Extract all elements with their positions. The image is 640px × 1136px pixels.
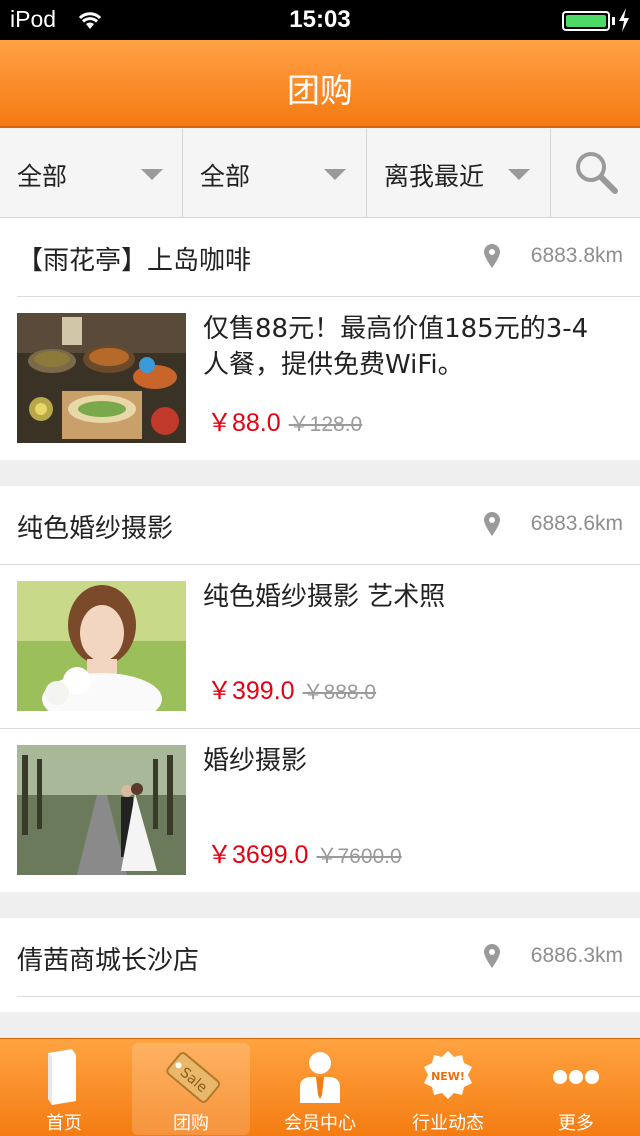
location-pin-icon bbox=[484, 944, 500, 968]
page-title: 团购 bbox=[287, 71, 353, 110]
shop-distance: 6883.8km bbox=[530, 244, 623, 267]
member-icon bbox=[300, 1052, 340, 1103]
current-price: ￥88.0 bbox=[207, 409, 281, 437]
current-price: ￥399.0 bbox=[207, 677, 295, 705]
search-icon bbox=[576, 152, 618, 194]
deal-item[interactable]: 婚纱摄影 ￥3699.0 ￥7600.0 bbox=[0, 728, 640, 892]
tab-bar: 首页 Sale 团购 会员中心 NEW! 行业动态 更多 bbox=[0, 1038, 640, 1136]
chevron-down-icon bbox=[508, 169, 530, 180]
original-price: ￥888.0 bbox=[302, 681, 377, 704]
shop-name: 【雨花亭】上岛咖啡 bbox=[17, 246, 252, 276]
deal-item[interactable]: 仅售88元！最高价值185元的3-4人餐，提供免费WiFi。 ￥88.0 ￥128… bbox=[17, 296, 640, 460]
shop-header[interactable]: 纯色婚纱摄影 6883.6km bbox=[0, 486, 640, 564]
location-pin-icon bbox=[484, 244, 500, 268]
charging-bolt-icon bbox=[619, 8, 629, 32]
tab-more[interactable]: 更多 bbox=[512, 1039, 640, 1136]
chevron-down-icon bbox=[324, 169, 346, 180]
filter-sort[interactable]: 离我最近 bbox=[367, 129, 551, 217]
tab-label: 会员中心 bbox=[284, 1113, 356, 1134]
deal-thumbnail-bride bbox=[17, 581, 186, 711]
location-pin-icon bbox=[484, 512, 500, 536]
shop-section: 【雨花亭】上岛咖啡 6883.8km 仅售88元！最高价值185元的3-4人餐，… bbox=[0, 218, 640, 460]
shop-header[interactable]: 【雨花亭】上岛咖啡 6883.8km bbox=[0, 218, 640, 296]
original-price: ￥7600.0 bbox=[316, 845, 402, 868]
deal-price: ￥3699.0 ￥7600.0 bbox=[207, 835, 402, 871]
new-badge-icon: NEW! bbox=[424, 1051, 472, 1099]
clock: 15:03 bbox=[289, 6, 351, 33]
deal-title: 婚纱摄影 bbox=[203, 746, 308, 776]
deal-thumbnail-food bbox=[17, 313, 186, 443]
deal-item[interactable]: 纯色婚纱摄影 艺术照 ￥399.0 ￥888.0 bbox=[0, 564, 640, 728]
battery-tip bbox=[612, 17, 615, 25]
deal-price: ￥399.0 ￥888.0 bbox=[207, 671, 376, 707]
nav-bar: 团购 bbox=[0, 40, 640, 128]
tab-label: 团购 bbox=[173, 1113, 209, 1134]
shop-header[interactable]: 倩茜商城长沙店 6886.3km bbox=[0, 918, 640, 996]
divider bbox=[17, 996, 640, 997]
deal-list: 【雨花亭】上岛咖啡 6883.8km 仅售88元！最高价值185元的3-4人餐，… bbox=[0, 218, 640, 1038]
tab-home[interactable]: 首页 bbox=[0, 1039, 128, 1136]
sale-tag-icon: Sale bbox=[166, 1052, 221, 1103]
shop-name: 倩茜商城长沙店 bbox=[17, 946, 200, 976]
original-price: ￥128.0 bbox=[288, 413, 363, 436]
book-icon bbox=[48, 1049, 76, 1105]
more-dots-icon bbox=[553, 1070, 599, 1084]
current-price: ￥3699.0 bbox=[207, 841, 309, 869]
shop-section: 纯色婚纱摄影 6883.6km 纯色婚纱摄影 艺术照 ￥399.0 ￥888.0… bbox=[0, 486, 640, 892]
shop-name: 纯色婚纱摄影 bbox=[17, 514, 174, 544]
chevron-down-icon bbox=[141, 169, 163, 180]
search-button[interactable] bbox=[551, 129, 640, 217]
deal-price: ￥88.0 ￥128.0 bbox=[207, 403, 362, 439]
status-bar: iPod 15:03 bbox=[0, 0, 640, 40]
tab-group-buy[interactable]: Sale 团购 bbox=[132, 1043, 250, 1135]
shop-section: 倩茜商城长沙店 6886.3km bbox=[0, 918, 640, 1012]
deal-thumbnail-wedding bbox=[17, 745, 186, 875]
filter-bar: 全部 全部 离我最近 bbox=[0, 129, 640, 218]
shop-distance: 6883.6km bbox=[530, 512, 623, 535]
battery-icon bbox=[562, 11, 610, 31]
filter-area[interactable]: 全部 bbox=[183, 129, 367, 217]
tab-member-center[interactable]: 会员中心 bbox=[256, 1039, 384, 1136]
filter-sort-label: 离我最近 bbox=[384, 162, 485, 191]
tab-label: 更多 bbox=[558, 1113, 594, 1134]
filter-area-label: 全部 bbox=[200, 162, 251, 191]
deal-title: 纯色婚纱摄影 艺术照 bbox=[203, 582, 446, 612]
tab-industry-news[interactable]: NEW! 行业动态 bbox=[384, 1039, 512, 1136]
tab-label: 首页 bbox=[46, 1113, 82, 1134]
deal-title: 仅售88元！最高价值185元的3-4人餐，提供免费WiFi。 bbox=[203, 314, 589, 380]
svg-text:NEW!: NEW! bbox=[431, 1070, 465, 1083]
tab-label: 行业动态 bbox=[412, 1113, 484, 1134]
filter-category[interactable]: 全部 bbox=[0, 129, 183, 217]
shop-distance: 6886.3km bbox=[530, 944, 623, 967]
filter-category-label: 全部 bbox=[17, 162, 68, 191]
